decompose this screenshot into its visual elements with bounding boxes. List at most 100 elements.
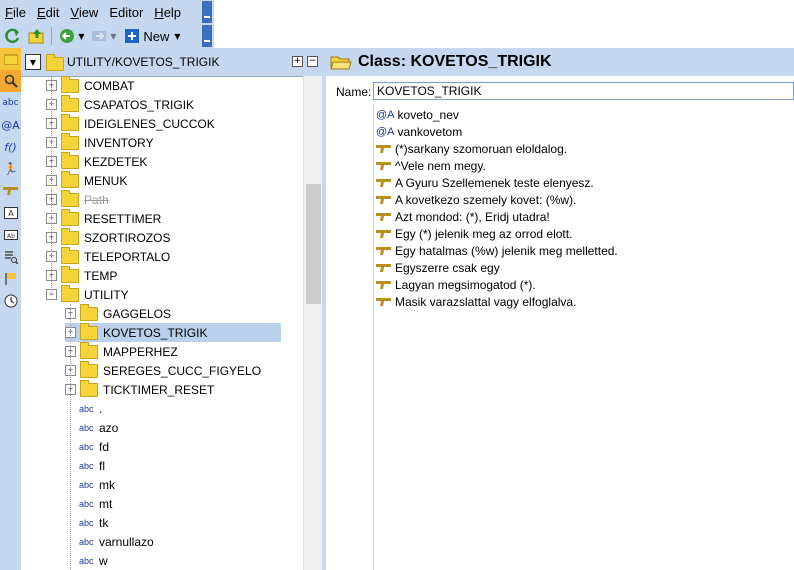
forward-arrow-icon: [92, 31, 107, 41]
tree-folder-item[interactable]: + MAPPERHEZ: [65, 341, 303, 361]
class-trigger-item[interactable]: Egy hatalmas (%w) jelenik meg melletted.: [376, 242, 618, 259]
expand-all-button[interactable]: +: [292, 56, 303, 67]
folder-icon: [61, 227, 79, 245]
class-trigger-item[interactable]: (*)sarkany szomoruan eloldalog.: [376, 140, 567, 157]
tree-folder-item[interactable]: + RESETTIMER: [46, 208, 286, 228]
tree-item-label: TICKTIMER_RESET: [103, 382, 215, 397]
open-folder-icon: [330, 56, 352, 70]
tree-folder-item[interactable]: + Path: [46, 189, 286, 209]
search-tool[interactable]: [0, 70, 21, 92]
menu-bar: File Edit View Editor Help: [0, 0, 214, 24]
tree-folder-item[interactable]: + KEZDETEK: [46, 151, 286, 171]
menu-grip[interactable]: [202, 1, 212, 23]
list-tool[interactable]: [0, 246, 21, 268]
tree-item-label: MENUK: [84, 173, 128, 188]
variable-icon: abc: [79, 555, 94, 566]
menu-file[interactable]: File: [0, 5, 32, 20]
tree-scrollbar[interactable]: [303, 76, 323, 570]
tree-folder-item[interactable]: + INVENTORY: [46, 132, 286, 152]
class-trigger-item[interactable]: Lagyan megsimogatod (*).: [376, 276, 536, 293]
up-folder-button[interactable]: [26, 26, 48, 46]
status-tool[interactable]: Ab: [0, 224, 21, 246]
tree-folder-item[interactable]: + CSAPATOS_TRIGIK: [46, 94, 286, 114]
tree-variable-item[interactable]: abc fd: [79, 437, 279, 456]
tree-folder-item[interactable]: + TEMP: [46, 265, 286, 285]
tree-folder-item[interactable]: + COMBAT: [46, 76, 286, 95]
variable-tool[interactable]: abc: [0, 92, 21, 114]
tree-item-label: GAGGELOS: [103, 306, 172, 321]
list-magnify-icon: [4, 251, 18, 264]
back-button[interactable]: ▼: [57, 26, 87, 46]
collapse-all-button[interactable]: −: [307, 56, 318, 67]
class-trigger-item[interactable]: Egyszerre csak egy: [376, 259, 500, 276]
class-item-label: Azt mondod: (*), Eridj utadra!: [395, 209, 550, 224]
tree-item-label: fd: [99, 439, 110, 454]
folder-icon: [80, 341, 98, 359]
button-tool[interactable]: A: [0, 202, 21, 224]
tree-folder-item[interactable]: + TELEPORTALO: [46, 246, 286, 266]
menu-view[interactable]: View: [65, 5, 104, 20]
menu-help[interactable]: Help: [149, 5, 187, 20]
tree-folder-item[interactable]: + MENUK: [46, 170, 286, 190]
tree-variable-item[interactable]: abc fl: [79, 456, 279, 475]
clock-icon: [4, 294, 17, 308]
tree-folder-item[interactable]: + SEREGES_CUCC_FIGYELO: [65, 360, 303, 380]
class-trigger-item[interactable]: Azt mondod: (*), Eridj utadra!: [376, 208, 550, 225]
class-variable-item[interactable]: @A vankovetom: [376, 123, 462, 140]
trigger-gun-icon: [376, 246, 391, 255]
menu-edit[interactable]: Edit: [32, 5, 65, 20]
tree-item-label: KEZDETEK: [84, 154, 148, 169]
folder-tool[interactable]: [0, 48, 21, 70]
name-field[interactable]: KOVETOS_TRIGIK: [373, 82, 794, 100]
class-item-label: Egy (*) jelenik meg az orrod elott.: [395, 226, 573, 241]
reload-button[interactable]: [2, 26, 24, 46]
folder-icon: [61, 76, 79, 93]
clock-tool[interactable]: [0, 290, 21, 312]
tree-item-label: mt: [99, 496, 113, 511]
tree-item-label: UTILITY: [84, 287, 129, 302]
class-variable-item[interactable]: @A koveto_nev: [376, 106, 459, 123]
tree-folder-item[interactable]: − UTILITY: [46, 284, 286, 304]
class-trigger-item[interactable]: ^Vele nem megy.: [376, 157, 486, 174]
folder-icon: [3, 54, 18, 65]
tree-variable-item[interactable]: abc azo: [79, 418, 279, 437]
folder-icon: [61, 170, 79, 188]
tree-variable-item[interactable]: abc varnullazo: [79, 532, 279, 551]
class-trigger-item[interactable]: A Gyuru Szellemenek teste elenyesz.: [376, 174, 594, 191]
trigger-tool[interactable]: [0, 180, 21, 202]
var-array-tool[interactable]: @A: [0, 114, 21, 136]
tree-folder-item[interactable]: + IDEIGLENES_CUCCOK: [46, 113, 286, 133]
new-button[interactable]: New ▼: [121, 26, 185, 46]
forward-button[interactable]: ▼: [89, 26, 119, 46]
tree-variable-item[interactable]: abc mk: [79, 475, 279, 494]
tree-folder-item[interactable]: + TICKTIMER_RESET: [65, 379, 303, 399]
tree-variable-item[interactable]: abc tk: [79, 513, 279, 532]
toolbar: ▼ ▼ New ▼: [0, 24, 214, 48]
class-trigger-item[interactable]: A kovetkezo szemely kovet: (%w).: [376, 191, 576, 208]
menu-editor[interactable]: Editor: [104, 5, 149, 20]
tree-item-label: CSAPATOS_TRIGIK: [84, 97, 195, 112]
class-trigger-item[interactable]: Egy (*) jelenik meg az orrod elott.: [376, 225, 572, 242]
tree-variable-item[interactable]: abc mt: [79, 494, 279, 513]
function-tool[interactable]: f(): [0, 136, 21, 158]
tree-folder-item[interactable]: + GAGGELOS: [65, 303, 303, 323]
flag-icon: [4, 273, 16, 285]
flag-tool[interactable]: [0, 268, 21, 290]
tree-folder-item[interactable]: + KOVETOS_TRIGIK: [65, 322, 281, 342]
tree-variable-item[interactable]: abc w: [79, 551, 279, 570]
tree-dropdown-button[interactable]: ▼: [25, 54, 41, 70]
class-item-label: vankovetom: [397, 124, 463, 139]
scrollbar-thumb[interactable]: [306, 184, 321, 304]
folder-icon: [61, 208, 79, 226]
tree-variable-item[interactable]: abc.: [79, 399, 279, 418]
plus-icon: [125, 29, 140, 43]
alias-tool[interactable]: 🏃: [0, 158, 21, 180]
toolbar-grip[interactable]: [202, 25, 212, 47]
tree-item-label: tk: [99, 515, 109, 530]
class-item-label: ^Vele nem megy.: [395, 158, 486, 173]
class-header: Class: KOVETOS_TRIGIK: [326, 48, 794, 76]
class-trigger-item[interactable]: Masik varazslattal vagy elfoglalva.: [376, 293, 576, 310]
tree-folder-item[interactable]: + SZORTIROZOS: [46, 227, 286, 247]
tree-item-label: KOVETOS_TRIGIK: [103, 325, 208, 340]
folder-icon: [61, 113, 79, 131]
